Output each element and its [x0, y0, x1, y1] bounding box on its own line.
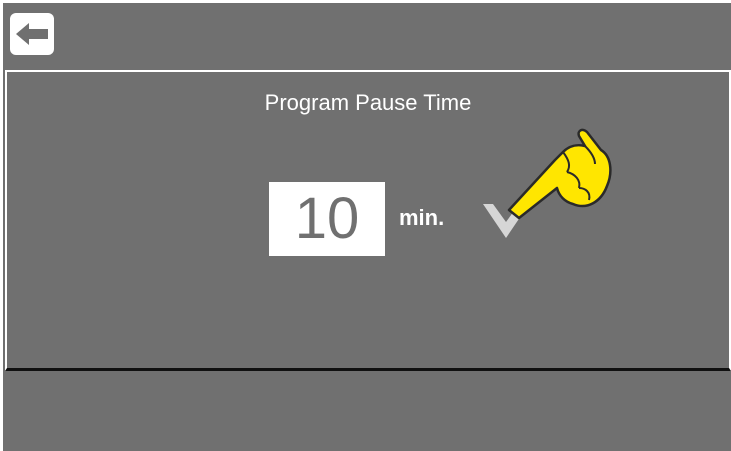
page-title: Program Pause Time	[264, 90, 472, 115]
back-button[interactable]	[10, 13, 54, 55]
pause-time-input[interactable]: 10	[269, 182, 385, 256]
checkmark-chevron-icon	[483, 204, 529, 238]
device-screen: Program Pause Time 10 min.	[3, 3, 731, 451]
confirm-button[interactable]	[477, 196, 535, 244]
unit-label: min.	[399, 205, 445, 230]
left-arrow-icon	[16, 23, 48, 45]
settings-panel: Program Pause Time 10 min.	[5, 70, 731, 371]
